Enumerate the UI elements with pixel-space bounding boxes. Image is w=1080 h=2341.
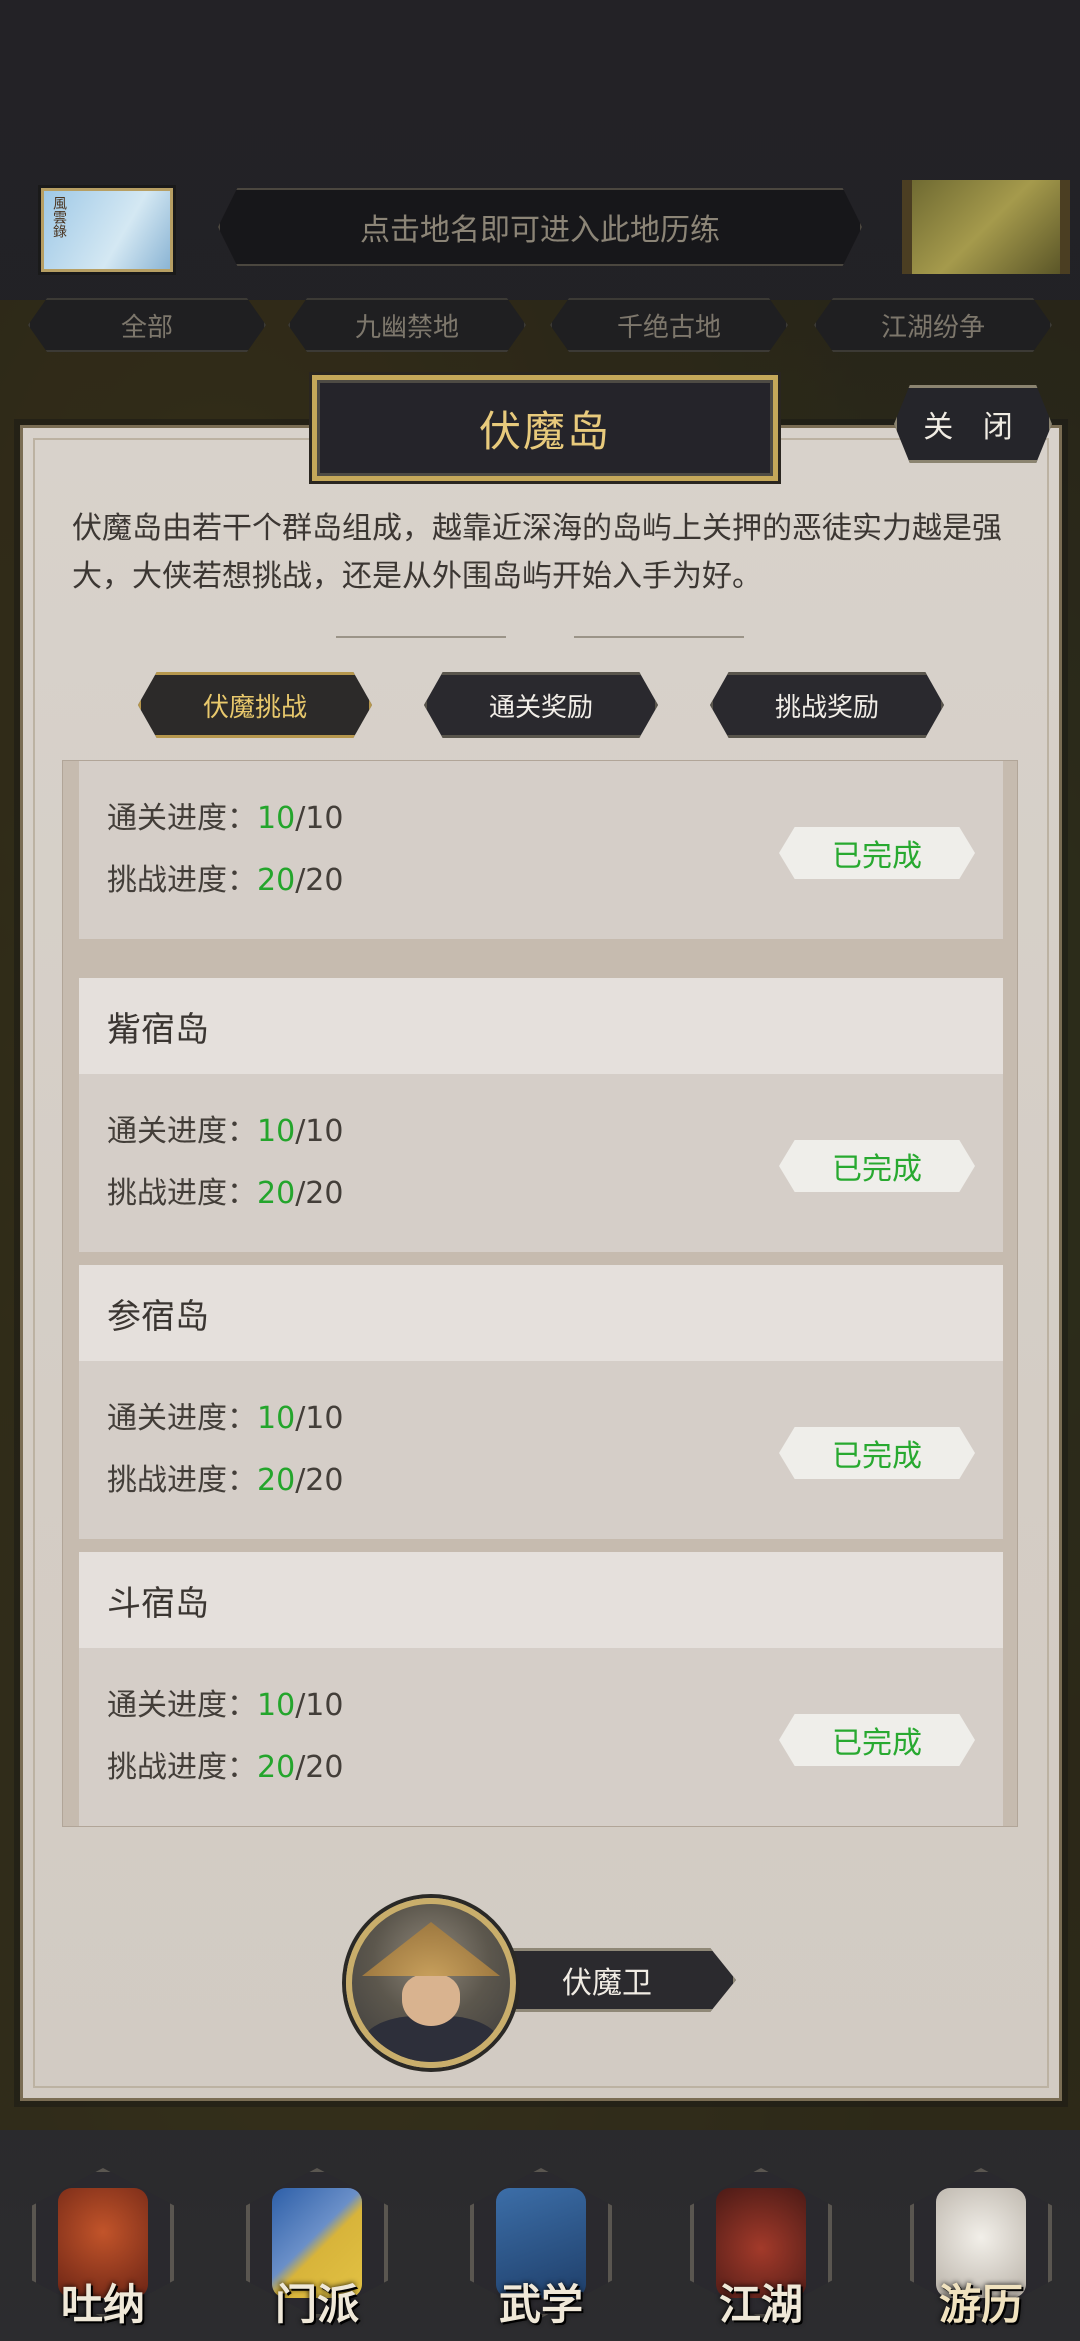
scroll-icon-text: 風雲錄 [51,196,67,238]
challenge-progress-current: 20 [257,1176,296,1211]
dialog-description: 伏魔岛由若干个群岛组成，越靠近深海的岛屿上关押的恶徒实力越是强大，大侠若想挑战，… [72,511,1002,594]
completed-badge: 已完成 [779,1427,975,1479]
divider-ornament [296,630,784,644]
divider-line-right [574,636,744,638]
challenge-progress-total: /20 [295,1463,344,1498]
challenge-progress-label: 挑战进度： [107,863,257,898]
filter-tab-qianjue[interactable]: 千绝古地 [550,298,788,352]
region-filter-tabs: 全部 九幽禁地 千绝古地 江湖纷争 [28,298,1058,352]
clear-progress: 通关进度：10/10 [107,1106,343,1150]
nav-jianghu[interactable]: 江湖 [676,2168,846,2338]
challenge-progress-current: 20 [257,1463,296,1498]
close-button[interactable]: 关 闭 [894,385,1052,463]
nav-label: 吐纳 [60,2280,145,2329]
bamboo-hat-icon [362,1922,500,1976]
island-card: 参宿岛 通关进度：10/10 挑战进度：20/20 已完成 [79,1265,1003,1539]
nav-menpai[interactable]: 门派 [232,2168,402,2338]
island-progress: 通关进度：10/10 挑战进度：20/20 已完成 [79,1361,1003,1539]
avatar-face [402,1974,460,2026]
filter-tab-all[interactable]: 全部 [28,298,266,352]
challenge-progress-current: 20 [257,863,296,898]
nav-label: 游历 [938,2280,1023,2329]
challenge-progress-label: 挑战进度： [107,1463,257,1498]
clear-progress: 通关进度：10/10 [107,793,343,837]
island-card: 觜宿岛 通关进度：10/10 挑战进度：20/20 已完成 [79,978,1003,1252]
divider-line-left [336,636,506,638]
guard-avatar[interactable] [346,1898,516,2068]
clear-progress-total: /10 [295,1114,344,1149]
clear-progress-label: 通关进度： [107,1401,257,1436]
challenge-progress: 挑战进度：20/20 [107,1168,343,1212]
challenge-progress: 挑战进度：20/20 [107,1455,343,1499]
map-scroll-icon[interactable] [902,180,1070,274]
clear-progress-current: 10 [257,1688,296,1723]
challenge-progress-total: /20 [295,1750,344,1785]
completed-badge: 已完成 [779,1140,975,1192]
clear-progress-total: /10 [295,1688,344,1723]
dialog-title: 伏魔岛 [312,375,778,481]
clear-progress-current: 10 [257,1114,296,1149]
clear-progress: 通关进度：10/10 [107,1680,343,1724]
fengyun-scroll-button[interactable]: 風雲錄 [38,185,176,275]
clear-progress-current: 10 [257,801,296,836]
island-progress: 通关进度：10/10 挑战进度：20/20 已完成 [79,1074,1003,1252]
island-progress: 通关进度：10/10 挑战进度：20/20 已完成 [79,761,1003,939]
clear-progress-total: /10 [295,1401,344,1436]
challenge-progress-total: /20 [295,1176,344,1211]
island-name: 参宿岛 [79,1265,1003,1361]
challenge-progress: 挑战进度：20/20 [107,855,343,899]
nav-label: 门派 [274,2280,359,2329]
filter-tab-jianghu[interactable]: 江湖纷争 [814,298,1052,352]
island-card: 斗宿岛 通关进度：10/10 挑战进度：20/20 已完成 [79,1552,1003,1826]
challenge-progress-label: 挑战进度： [107,1750,257,1785]
clear-progress: 通关进度：10/10 [107,1393,343,1437]
island-progress: 通关进度：10/10 挑战进度：20/20 已完成 [79,1648,1003,1826]
clear-progress-label: 通关进度： [107,801,257,836]
tab-fumo-challenge[interactable]: 伏魔挑战 [138,672,372,738]
clear-progress-total: /10 [295,801,344,836]
island-card: 通关进度：10/10 挑战进度：20/20 已完成 [79,761,1003,939]
map-hint-bar: 点击地名即可进入此地历练 [218,188,862,266]
challenge-progress: 挑战进度：20/20 [107,1742,343,1786]
tab-challenge-rewards[interactable]: 挑战奖励 [710,672,944,738]
clear-progress-label: 通关进度： [107,1114,257,1149]
challenge-progress-total: /20 [295,863,344,898]
challenge-progress-label: 挑战进度： [107,1176,257,1211]
bottom-nav: 吐纳 门派 武学 江湖 游历 [0,2150,1080,2341]
island-name: 觜宿岛 [79,978,1003,1074]
island-list[interactable]: 通关进度：10/10 挑战进度：20/20 已完成 觜宿岛 通关进度：10/10… [62,760,1018,1827]
nav-wuxue[interactable]: 武学 [456,2168,626,2338]
nav-youli[interactable]: 游历 [896,2168,1066,2338]
clear-progress-label: 通关进度： [107,1688,257,1723]
island-name: 斗宿岛 [79,1552,1003,1648]
nav-tuna[interactable]: 吐纳 [18,2168,188,2338]
nav-label: 江湖 [718,2280,803,2329]
guard-name-plate[interactable]: 伏魔卫 [478,1948,736,2012]
challenge-progress-current: 20 [257,1750,296,1785]
completed-badge: 已完成 [779,1714,975,1766]
nav-label: 武学 [498,2280,583,2329]
filter-tab-jiuyou[interactable]: 九幽禁地 [288,298,526,352]
tab-clear-rewards[interactable]: 通关奖励 [424,672,658,738]
completed-badge: 已完成 [779,827,975,879]
clear-progress-current: 10 [257,1401,296,1436]
